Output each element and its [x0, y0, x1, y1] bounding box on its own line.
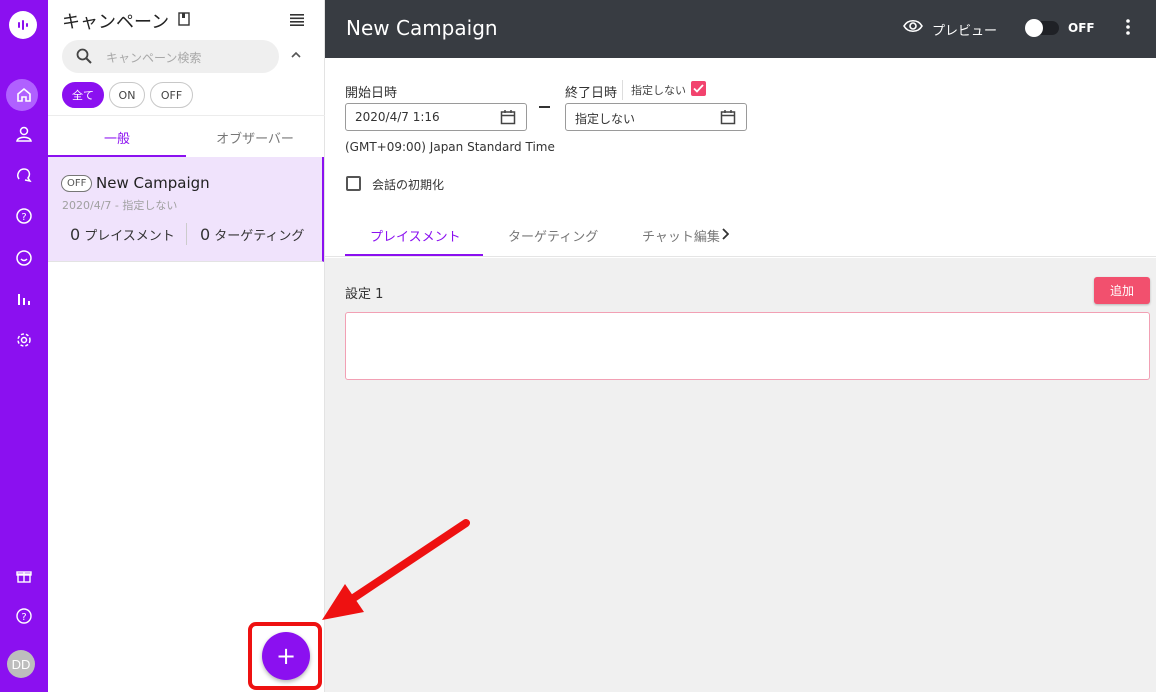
no-end-label: 指定しない — [631, 84, 686, 97]
add-button[interactable]: 追加 — [1094, 277, 1150, 304]
campaign-name: New Campaign — [96, 174, 210, 192]
reset-conversation-checkbox[interactable] — [346, 176, 361, 191]
chevron-up-icon[interactable] — [290, 48, 302, 63]
search-placeholder: キャンペーン検索 — [106, 51, 202, 65]
targeting-stat: 0 ターゲティング — [200, 225, 304, 244]
targeting-label: ターゲティング — [214, 229, 305, 244]
book-icon[interactable] — [178, 12, 190, 30]
calendar-icon[interactable] — [500, 109, 516, 128]
filter-all[interactable]: 全て — [62, 82, 104, 108]
list-tabs: 一般 オブザーバー — [48, 115, 325, 157]
toggle-knob[interactable] — [1025, 19, 1043, 37]
campaign-title: New Campaign — [346, 16, 498, 40]
list-menu-icon[interactable] — [290, 14, 304, 30]
end-date-label: 終了日時 — [565, 86, 618, 101]
end-date-field[interactable]: 指定しない — [565, 103, 747, 131]
start-date-value: 2020/4/7 1:16 — [355, 110, 440, 124]
setting-panel[interactable] — [345, 312, 1150, 380]
start-date-field[interactable]: 2020/4/7 1:16 — [345, 103, 527, 131]
timezone-text: (GMT+09:00) Japan Standard Time — [345, 140, 555, 154]
help-circle-icon[interactable]: ? — [0, 600, 48, 632]
logo-icon[interactable] — [9, 11, 37, 39]
avatar[interactable]: DD — [7, 650, 35, 678]
campaign-list-panel: キャンペーン キャンペーン検索 全て ON OFF 一般 オブザーバー OFF … — [48, 0, 325, 692]
top-bar: New Campaign プレビュー OFF — [325, 0, 1156, 58]
icon-rail: ? ? DD — [0, 0, 48, 692]
placement-content: 設定 1 追加 — [325, 258, 1156, 692]
tab-chat-edit[interactable]: チャット編集 — [642, 226, 720, 245]
date-range-dash — [539, 106, 550, 108]
status-badge: OFF — [61, 175, 93, 192]
toggle-state-label: OFF — [1068, 21, 1095, 35]
chat-smile-icon[interactable] — [0, 242, 48, 274]
reset-conversation-label: 会話の初期化 — [372, 178, 445, 192]
preview-button[interactable]: プレビュー — [932, 20, 997, 39]
tab-general[interactable]: 一般 — [48, 116, 186, 158]
search-icon — [76, 48, 92, 68]
chat-bubble-icon[interactable] — [0, 159, 48, 191]
home-icon[interactable] — [0, 79, 48, 111]
gift-icon[interactable] — [0, 560, 48, 592]
annotation-highlight-box — [248, 622, 322, 690]
tab-underline — [345, 254, 483, 256]
campaign-search[interactable]: キャンペーン検索 — [62, 40, 279, 73]
end-date-value: 指定しない — [575, 112, 636, 126]
placement-count: 0 — [70, 225, 81, 244]
schedule-form: 開始日時 2020/4/7 1:16 終了日時 指定しない 指定しない (GMT… — [325, 58, 1156, 257]
filter-off[interactable]: OFF — [150, 82, 193, 108]
more-vert-icon[interactable] — [1125, 18, 1131, 40]
targeting-count: 0 — [200, 225, 211, 244]
stat-divider — [186, 223, 187, 245]
eye-icon[interactable] — [903, 19, 923, 37]
placement-label: プレイスメント — [84, 229, 175, 244]
setting-title: 設定 1 — [345, 287, 384, 302]
help-bubble-icon[interactable]: ? — [0, 200, 48, 232]
no-end-checkbox[interactable] — [691, 81, 706, 96]
placement-stat: 0 プレイスメント — [70, 225, 175, 244]
calendar-icon[interactable] — [720, 109, 736, 128]
list-title: キャンペーン — [62, 12, 170, 33]
tab-targeting[interactable]: ターゲティング — [508, 226, 598, 245]
svg-text:?: ? — [21, 212, 26, 223]
filter-on[interactable]: ON — [109, 82, 145, 108]
svg-text:?: ? — [21, 612, 26, 623]
user-icon[interactable] — [0, 118, 48, 150]
label-divider — [622, 80, 623, 100]
campaign-card[interactable]: OFF New Campaign 2020/4/7 - 指定しない 0 プレイスメ… — [48, 157, 324, 262]
gear-icon[interactable] — [0, 324, 48, 356]
start-date-label: 開始日時 — [345, 86, 398, 101]
campaign-date: 2020/4/7 - 指定しない — [62, 199, 178, 212]
tab-observer[interactable]: オブザーバー — [186, 116, 324, 158]
bar-chart-icon[interactable] — [0, 283, 48, 315]
chevron-right-icon[interactable] — [721, 228, 730, 244]
tab-placement[interactable]: プレイスメント — [370, 226, 461, 245]
